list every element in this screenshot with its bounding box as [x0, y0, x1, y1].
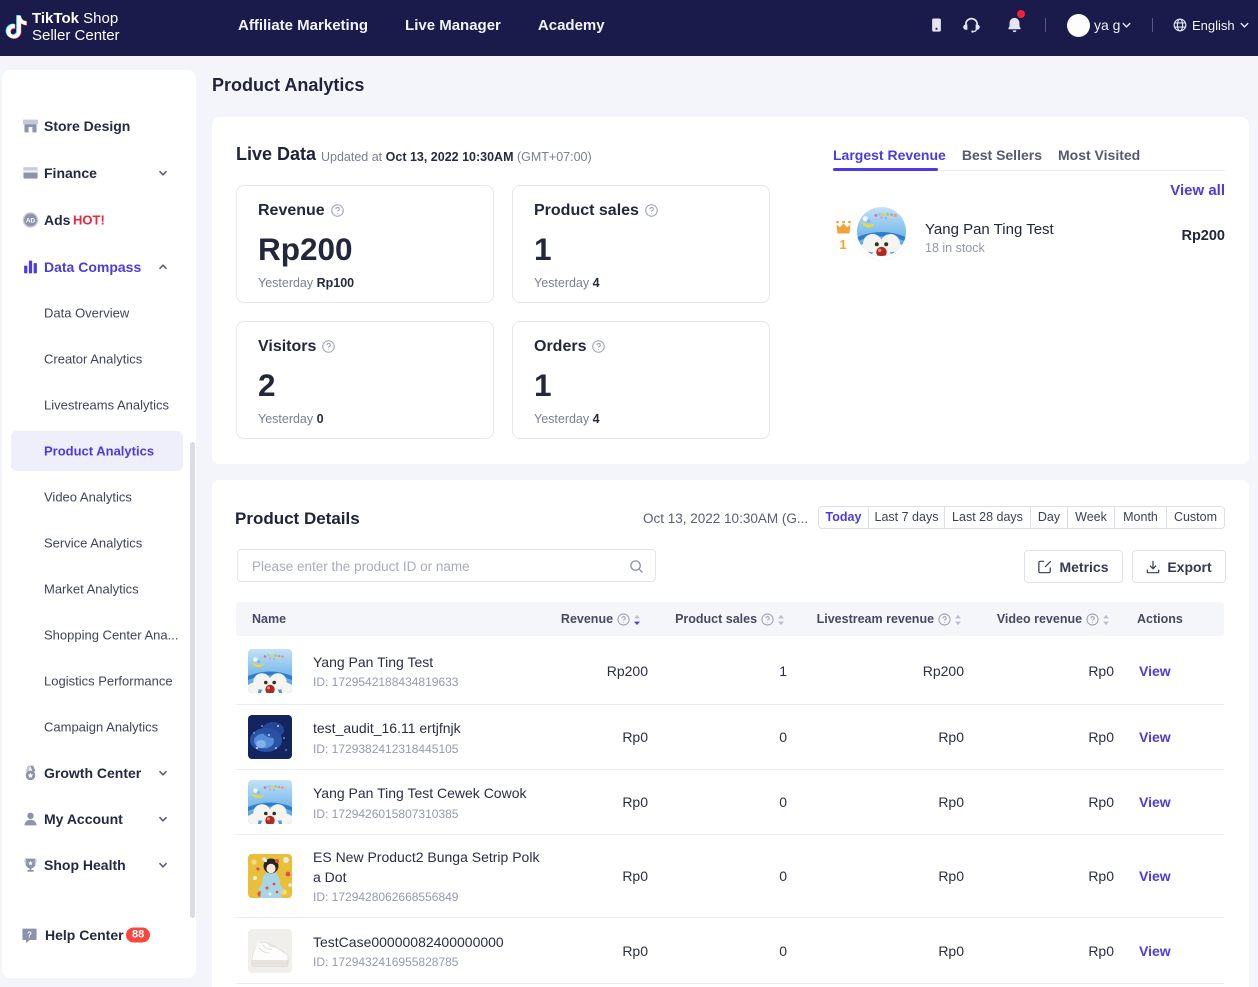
svg-text:AD: AD — [26, 218, 36, 225]
svg-text:?: ? — [27, 930, 32, 939]
